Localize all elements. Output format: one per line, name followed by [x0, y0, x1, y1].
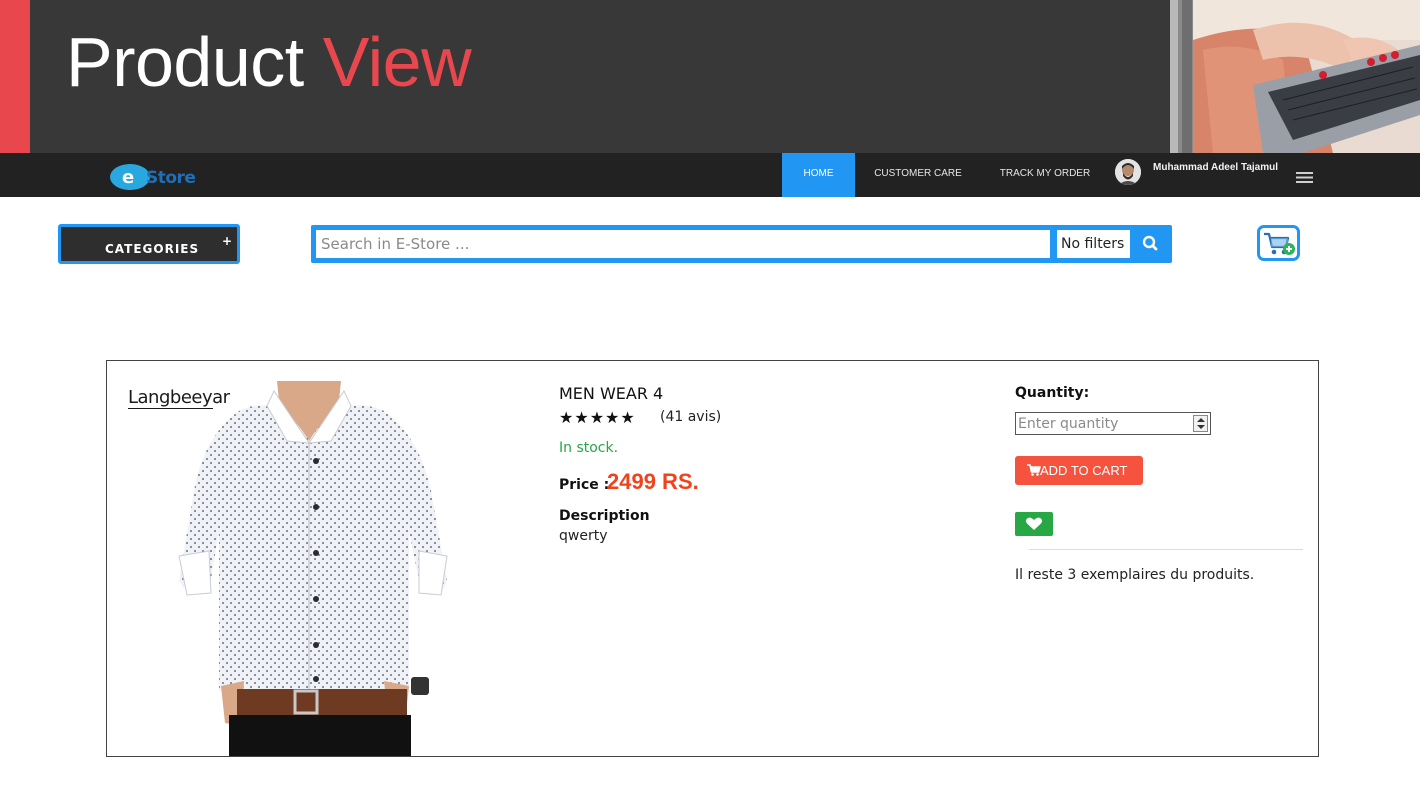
product-card: Langbeeyar MEN WEAR 4 ★★★★★ (41 avis) In… [106, 360, 1319, 757]
svg-text:e: e [122, 167, 134, 188]
quantity-spin-buttons[interactable] [1193, 415, 1208, 432]
user-name[interactable]: Muhammad Adeel Tajamul [1153, 162, 1278, 173]
quantity-input[interactable] [1016, 413, 1192, 434]
star-icon: ★ [574, 408, 590, 427]
laptop-typing-photo [1193, 0, 1420, 153]
slide-title: Product View [66, 22, 472, 102]
search-bar: No filters [311, 225, 1172, 263]
search-button[interactable] [1132, 230, 1168, 258]
description-text: qwerty [559, 528, 608, 544]
add-to-cart-button[interactable]: ADD TO CART [1015, 456, 1143, 485]
nav-home[interactable]: HOME [782, 153, 855, 197]
description-label: Description [559, 508, 650, 524]
quantity-label: Quantity: [1015, 385, 1090, 401]
quantity-stepper [1015, 412, 1211, 435]
search-icon [1142, 235, 1158, 251]
star-icon: ★ [589, 408, 606, 427]
user-avatar[interactable] [1115, 159, 1141, 185]
remaining-stock-text: Il reste 3 exemplaires du produits. [1015, 567, 1255, 583]
categories-label: CATEGORIES [105, 242, 200, 256]
estore-logo[interactable]: e Store [108, 161, 233, 193]
star-icon: ★ [620, 408, 636, 427]
categories-button[interactable]: CATEGORIES + [58, 224, 240, 264]
star-icon: ★ [559, 408, 575, 427]
cart-icon [1027, 464, 1041, 476]
divider [1029, 549, 1303, 550]
nav-track-my-order[interactable]: TRACK MY ORDER [990, 153, 1100, 197]
slide-accent-bar [0, 0, 30, 153]
nav-customer-care[interactable]: CUSTOMER CARE [866, 153, 970, 197]
chevron-up-icon[interactable] [1197, 418, 1205, 422]
chevron-down-icon[interactable] [1197, 425, 1205, 429]
cart-button[interactable] [1257, 225, 1300, 261]
filter-select[interactable]: No filters [1057, 230, 1130, 258]
heart-icon [1025, 517, 1043, 530]
price-value: 2499 RS. [607, 469, 699, 494]
hamburger-icon[interactable] [1296, 170, 1313, 183]
svg-text:Store: Store [146, 168, 195, 188]
price-label: Price : [559, 477, 610, 493]
slide-title-word2: View [322, 23, 472, 101]
search-input[interactable] [316, 230, 1050, 258]
wishlist-button[interactable] [1015, 512, 1053, 536]
star-icon: ★ [605, 408, 621, 427]
plus-icon: + [221, 234, 232, 248]
stock-status: In stock. [559, 440, 619, 456]
slide-header: Product View [0, 0, 1420, 153]
rating-stars: ★★★★★ [559, 408, 636, 427]
slide-title-word1: Product [66, 23, 304, 101]
review-count[interactable]: (41 avis) [660, 409, 721, 425]
product-image-shirt[interactable] [169, 381, 459, 756]
add-to-cart-label: ADD TO CART [1040, 463, 1128, 478]
product-name: MEN WEAR 4 [559, 384, 664, 403]
navbar: e Store HOME CUSTOMER CARE TRACK MY ORDE… [0, 153, 1420, 197]
cart-add-icon [1264, 232, 1295, 255]
